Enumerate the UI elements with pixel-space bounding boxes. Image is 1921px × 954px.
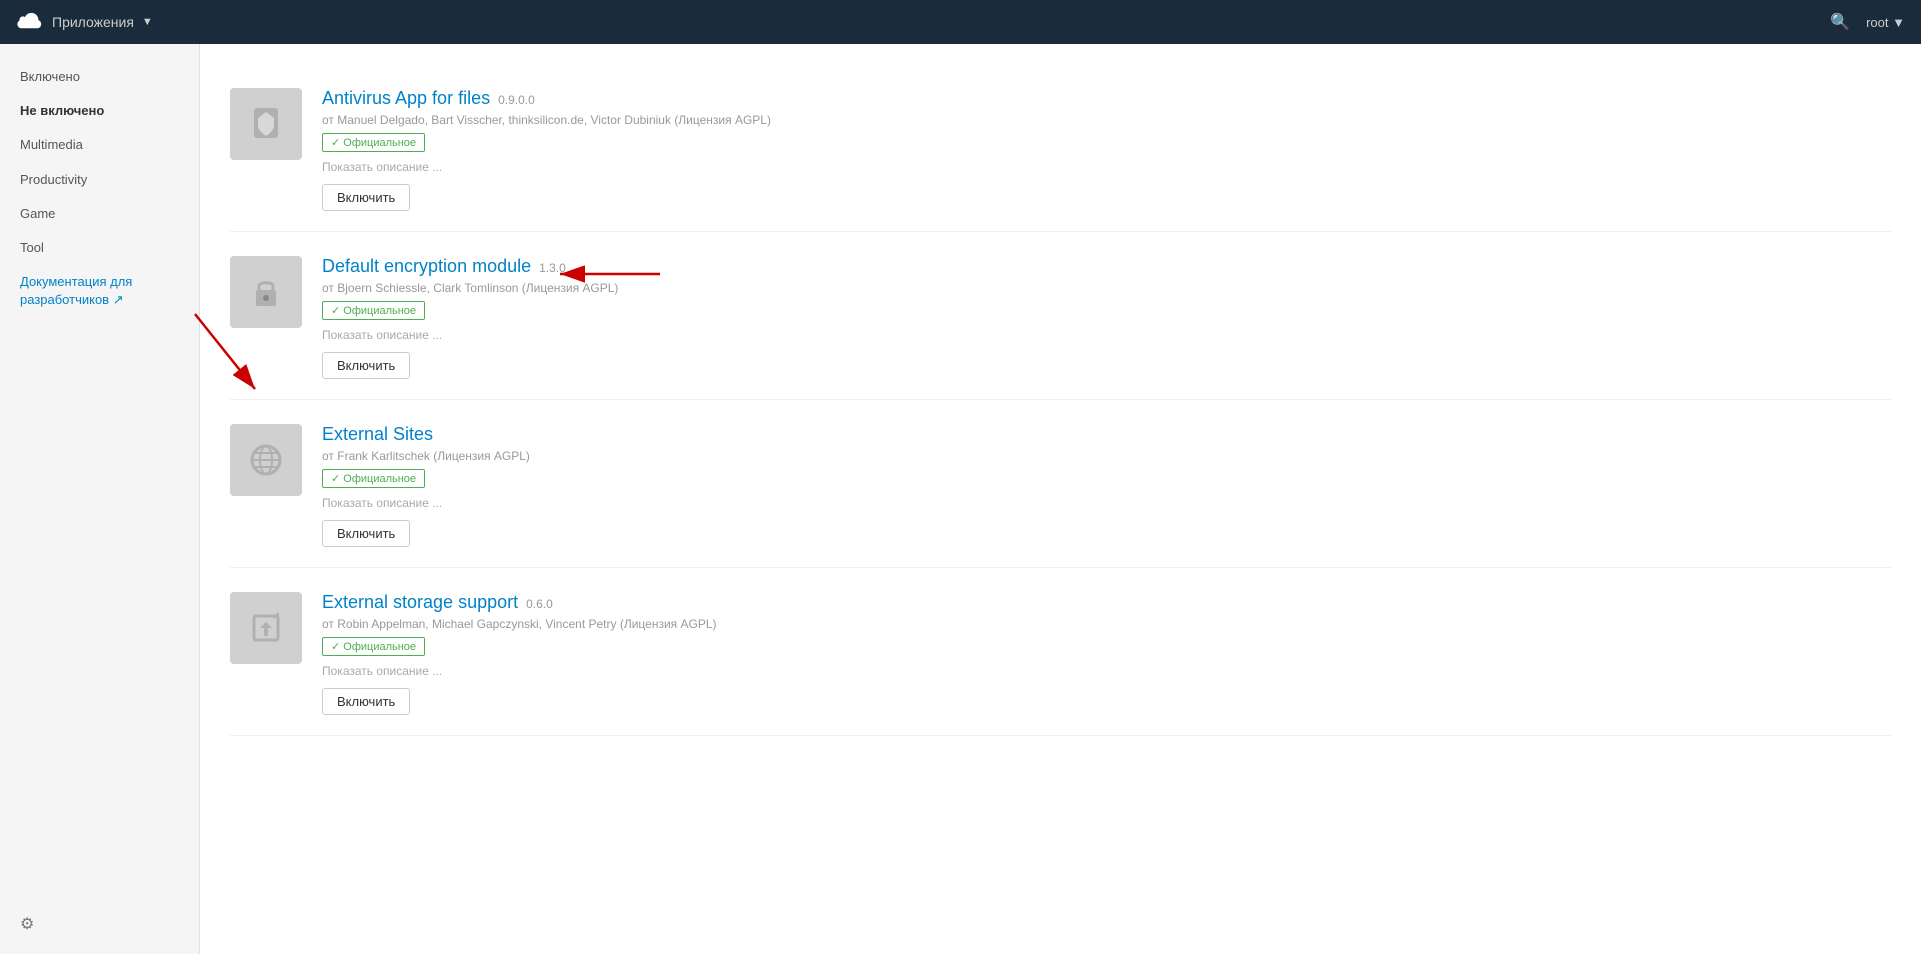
- sidebar-item-tool[interactable]: Tool: [0, 231, 199, 265]
- top-navbar: Приложения ▼ 🔍 root ▼: [0, 0, 1921, 44]
- encryption-author: от Bjoern Schiessle, Clark Tomlinson (Ли…: [322, 281, 1891, 295]
- external-storage-show-description[interactable]: Показать описание ...: [322, 664, 1891, 678]
- topnav-left: Приложения ▼: [16, 8, 153, 36]
- antivirus-enable-button[interactable]: Включить: [322, 184, 410, 211]
- app-title-arrow[interactable]: ▼: [142, 16, 153, 28]
- external-sites-name: External Sites: [322, 424, 433, 445]
- external-sites-title-row: External Sites: [322, 424, 1891, 445]
- external-storage-version: 0.6.0: [526, 597, 553, 611]
- external-storage-icon: [230, 592, 302, 664]
- antivirus-show-description[interactable]: Показать описание ...: [322, 160, 1891, 174]
- antivirus-name: Antivirus App for files: [322, 88, 490, 109]
- app-card-external-storage: External storage support 0.6.0 от Robin …: [230, 568, 1891, 736]
- encryption-icon: [230, 256, 302, 328]
- sidebar-item-productivity[interactable]: Productivity: [0, 163, 199, 197]
- app-card-encryption: Default encryption module 1.3.0 от Bjoer…: [230, 232, 1891, 400]
- sidebar-item-disabled[interactable]: Не включено: [0, 94, 199, 128]
- external-sites-enable-button[interactable]: Включить: [322, 520, 410, 547]
- encryption-enable-button[interactable]: Включить: [322, 352, 410, 379]
- external-sites-author: от Frank Karlitschek (Лицензия AGPL): [322, 449, 1891, 463]
- external-sites-info: External Sites от Frank Karlitschek (Лиц…: [322, 424, 1891, 547]
- username-label: root: [1866, 15, 1888, 30]
- main-layout: Включено Не включено Multimedia Producti…: [0, 44, 1921, 954]
- external-sites-show-description[interactable]: Показать описание ...: [322, 496, 1891, 510]
- search-icon[interactable]: 🔍: [1830, 12, 1850, 32]
- external-storage-title-row: External storage support 0.6.0: [322, 592, 1891, 613]
- topnav-right: 🔍 root ▼: [1830, 12, 1905, 32]
- cloud-logo-icon[interactable]: [16, 8, 44, 36]
- encryption-show-description[interactable]: Показать описание ...: [322, 328, 1891, 342]
- external-storage-enable-button[interactable]: Включить: [322, 688, 410, 715]
- encryption-name: Default encryption module: [322, 256, 531, 277]
- app-card-external-sites: External Sites от Frank Karlitschek (Лиц…: [230, 400, 1891, 568]
- user-dropdown-arrow[interactable]: ▼: [1892, 15, 1905, 30]
- antivirus-official-badge: ✓ Официальное: [322, 133, 425, 152]
- sidebar-item-game[interactable]: Game: [0, 197, 199, 231]
- antivirus-version: 0.9.0.0: [498, 93, 535, 107]
- settings-icon[interactable]: ⚙: [20, 914, 34, 934]
- external-storage-author: от Robin Appelman, Michael Gapczynski, V…: [322, 617, 1891, 631]
- antivirus-icon: [230, 88, 302, 160]
- sidebar-item-multimedia[interactable]: Multimedia: [0, 128, 199, 162]
- sidebar: Включено Не включено Multimedia Producti…: [0, 44, 200, 954]
- app-card-antivirus: Antivirus App for files 0.9.0.0 от Manue…: [230, 64, 1891, 232]
- user-menu[interactable]: root ▼: [1866, 15, 1905, 30]
- external-storage-name: External storage support: [322, 592, 518, 613]
- app-title[interactable]: Приложения: [52, 14, 134, 30]
- antivirus-title-row: Antivirus App for files 0.9.0.0: [322, 88, 1891, 109]
- encryption-version: 1.3.0: [539, 261, 566, 275]
- encryption-info: Default encryption module 1.3.0 от Bjoer…: [322, 256, 1891, 379]
- sidebar-item-enabled[interactable]: Включено: [0, 60, 199, 94]
- main-content: Antivirus App for files 0.9.0.0 от Manue…: [200, 44, 1921, 954]
- external-sites-official-badge: ✓ Официальное: [322, 469, 425, 488]
- external-storage-info: External storage support 0.6.0 от Robin …: [322, 592, 1891, 715]
- antivirus-author: от Manuel Delgado, Bart Visscher, thinks…: [322, 113, 1891, 127]
- encryption-official-badge: ✓ Официальное: [322, 301, 425, 320]
- antivirus-info: Antivirus App for files 0.9.0.0 от Manue…: [322, 88, 1891, 211]
- sidebar-item-devdocs[interactable]: Документация для разработчиков ↗: [0, 265, 199, 317]
- external-storage-official-badge: ✓ Официальное: [322, 637, 425, 656]
- encryption-title-row: Default encryption module 1.3.0: [322, 256, 1891, 277]
- external-sites-icon: [230, 424, 302, 496]
